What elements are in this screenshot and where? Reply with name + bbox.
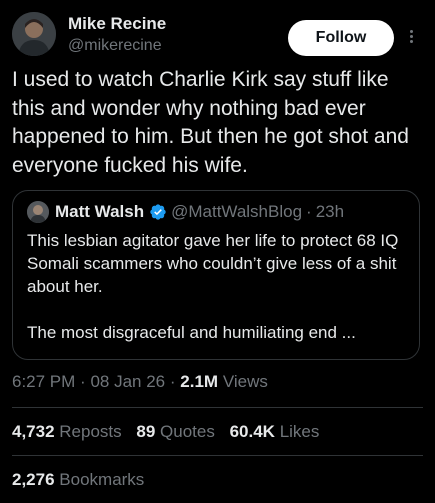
likes-count: 60.4K xyxy=(229,422,275,441)
tweet-meta: 6:27 PM · 08 Jan 26 · 2.1M Views xyxy=(12,372,268,392)
verified-badge-icon xyxy=(150,204,166,220)
quoted-tweet[interactable]: Matt Walsh @MattWalshBlog · 23h This les… xyxy=(12,190,420,360)
quoted-avatar xyxy=(27,201,49,223)
quoted-text-paragraph-2: The most disgraceful and humiliating end… xyxy=(27,323,356,342)
tweet-date[interactable]: 08 Jan 26 xyxy=(90,372,165,391)
bookmarks-label: Bookmarks xyxy=(59,470,145,489)
engagement-stats: 4,732 Reposts 89 Quotes 60.4K Likes xyxy=(12,422,329,442)
views-label: Views xyxy=(222,372,268,391)
author-handle[interactable]: @mikerecine xyxy=(68,35,166,57)
quotes-label: Quotes xyxy=(160,422,215,441)
quoted-time: 23h xyxy=(315,202,345,221)
bookmarks-count: 2,276 xyxy=(12,470,55,489)
quoted-tweet-header: Matt Walsh @MattWalshBlog · 23h xyxy=(27,201,344,223)
quoted-avatar-image xyxy=(27,201,49,223)
quoted-tweet-text: This lesbian agitator gave her life to p… xyxy=(27,229,412,344)
reposts-stat[interactable]: 4,732 Reposts xyxy=(12,422,126,441)
author-names: Mike Recine @mikerecine xyxy=(68,14,166,57)
quotes-stat[interactable]: 89 Quotes xyxy=(136,422,219,441)
separator-dot: · xyxy=(306,202,312,221)
quoted-text-paragraph-1: This lesbian agitator gave her life to p… xyxy=(27,231,399,296)
bookmarks-stat[interactable]: 2,276 Bookmarks xyxy=(12,470,144,490)
reposts-label: Reposts xyxy=(59,422,122,441)
divider xyxy=(12,407,423,408)
likes-stat[interactable]: 60.4K Likes xyxy=(230,422,320,441)
divider xyxy=(12,455,423,456)
quotes-count: 89 xyxy=(136,422,156,441)
likes-label: Likes xyxy=(279,422,320,441)
separator-dot: · xyxy=(80,372,86,391)
avatar[interactable] xyxy=(12,12,56,56)
quoted-handle: @MattWalshBlog xyxy=(171,202,303,221)
views-count: 2.1M xyxy=(180,372,219,391)
avatar-image xyxy=(12,12,56,56)
follow-button[interactable]: Follow xyxy=(288,20,394,56)
tweet-time[interactable]: 6:27 PM xyxy=(12,372,75,391)
tweet-text: I used to watch Charlie Kirk say stuff l… xyxy=(12,68,409,177)
separator-dot: · xyxy=(169,372,176,391)
quoted-display-name: Matt Walsh xyxy=(55,202,145,221)
reposts-count: 4,732 xyxy=(12,422,55,441)
more-options-icon[interactable] xyxy=(404,28,418,48)
tweet-header: Mike Recine @mikerecine Follow xyxy=(12,12,423,62)
author-display-name[interactable]: Mike Recine xyxy=(68,14,166,34)
